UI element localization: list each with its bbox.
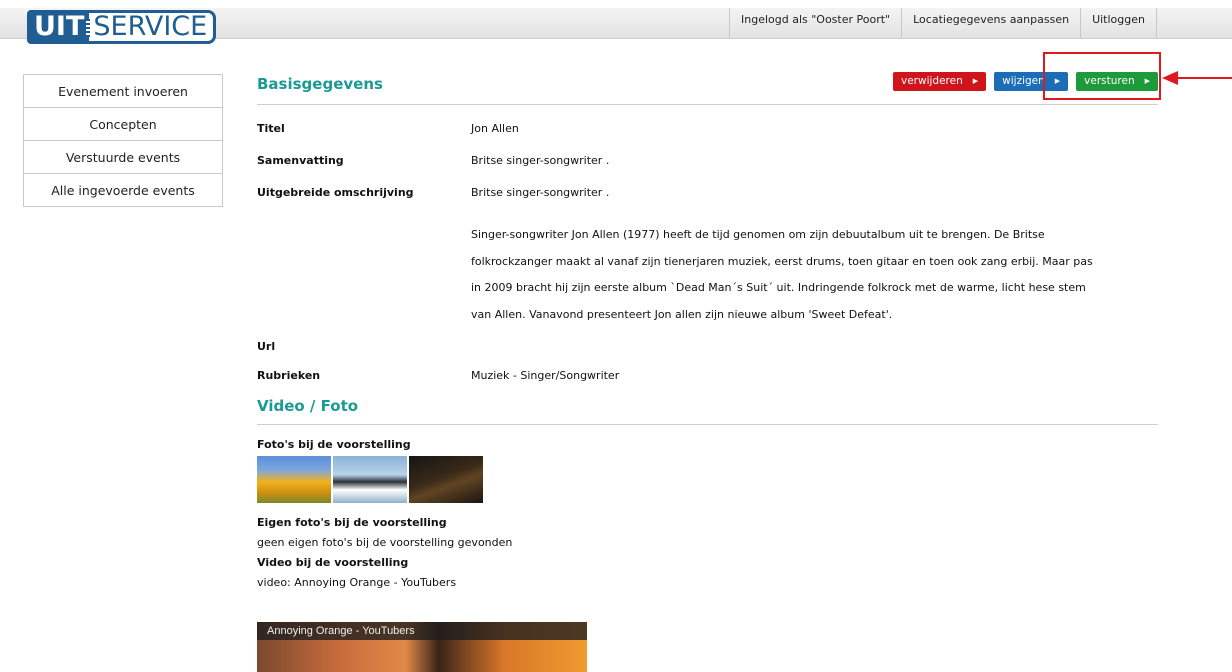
logged-in-label: Ingelogd als "Ooster Poort": [729, 8, 901, 38]
field-titel: Titel Jon Allen: [257, 122, 1158, 135]
arrow-right-icon: ▶: [972, 77, 979, 85]
video-label: Video bij de voorstelling: [257, 556, 409, 569]
delete-button[interactable]: verwijderen ▶: [893, 72, 987, 91]
photos-label: Foto's bij de voorstelling: [257, 438, 411, 451]
photo-thumbnail-tulips[interactable]: [257, 456, 331, 503]
field-label: Url: [257, 340, 276, 353]
description-line: van Allen. Vanavond presenteert Jon alle…: [471, 307, 893, 321]
main-content: Basisgegevens verwijderen ▶ wijzigen ▶ ver…: [257, 72, 1158, 672]
description-line: folkrockzanger maakt al vanaf zijn tiene…: [471, 254, 1093, 268]
field-label: Rubrieken: [257, 369, 321, 382]
sidebar-item-verstuurde-events[interactable]: Verstuurde events: [23, 141, 223, 174]
field-url: Url: [257, 340, 1158, 353]
own-photos-empty: geen eigen foto's bij de voorstelling ge…: [257, 536, 513, 549]
sidebar-item-evenement-invoeren[interactable]: Evenement invoeren: [23, 74, 223, 108]
field-rubrieken: Rubrieken Muziek - Singer/Songwriter: [257, 369, 1158, 382]
video-player[interactable]: Annoying Orange - YouTubers: [257, 622, 587, 672]
field-omschrijving: Uitgebreide omschrijving Britse singer-s…: [257, 186, 1158, 199]
location-settings-link[interactable]: Locatiegegevens aanpassen: [901, 8, 1080, 38]
section-title-video-foto: Video / Foto: [257, 394, 1158, 425]
description-text: Singer-songwriter Jon Allen (1977) heeft…: [471, 222, 1158, 328]
own-photos-label: Eigen foto's bij de voorstelling: [257, 516, 447, 529]
logo-uit: UIT: [27, 10, 90, 44]
sidebar-item-alle-events[interactable]: Alle ingevoerde events: [23, 174, 223, 207]
field-value: Britse singer-songwriter .: [471, 154, 610, 167]
logo-service: SERVICE: [86, 10, 217, 44]
field-value: Muziek - Singer/Songwriter: [471, 369, 620, 382]
logout-link[interactable]: Uitloggen: [1080, 8, 1157, 38]
photo-thumbnail-penguins[interactable]: [333, 456, 407, 503]
highlight-box: [1043, 52, 1161, 100]
uitservice-logo[interactable]: UIT SERVICE: [27, 10, 217, 44]
annotation-arrow-icon: [1162, 71, 1232, 85]
field-samenvatting: Samenvatting Britse singer-songwriter .: [257, 154, 1158, 167]
field-label: Samenvatting: [257, 154, 344, 167]
video-line: video: Annoying Orange - YouTubers: [257, 576, 457, 589]
field-value: [471, 340, 1158, 353]
photo-thumbnail-dark[interactable]: [409, 456, 483, 503]
top-nav: Ingelogd als "Ooster Poort" Locatiegegev…: [729, 8, 1157, 38]
field-label: Uitgebreide omschrijving: [257, 186, 414, 199]
sidebar-item-concepten[interactable]: Concepten: [23, 108, 223, 141]
video-title: Annoying Orange - YouTubers: [257, 622, 587, 640]
photo-thumbnails: [257, 456, 1158, 503]
description-line: in 2009 bracht hij zijn eerste album `De…: [471, 281, 1086, 294]
sidebar: Evenement invoeren Concepten Verstuurde …: [23, 74, 223, 207]
description-line: Singer-songwriter Jon Allen (1977) heeft…: [471, 228, 1045, 241]
field-label: Titel: [257, 122, 285, 135]
field-value: Jon Allen: [471, 122, 519, 135]
field-value: Britse singer-songwriter .: [471, 186, 610, 199]
